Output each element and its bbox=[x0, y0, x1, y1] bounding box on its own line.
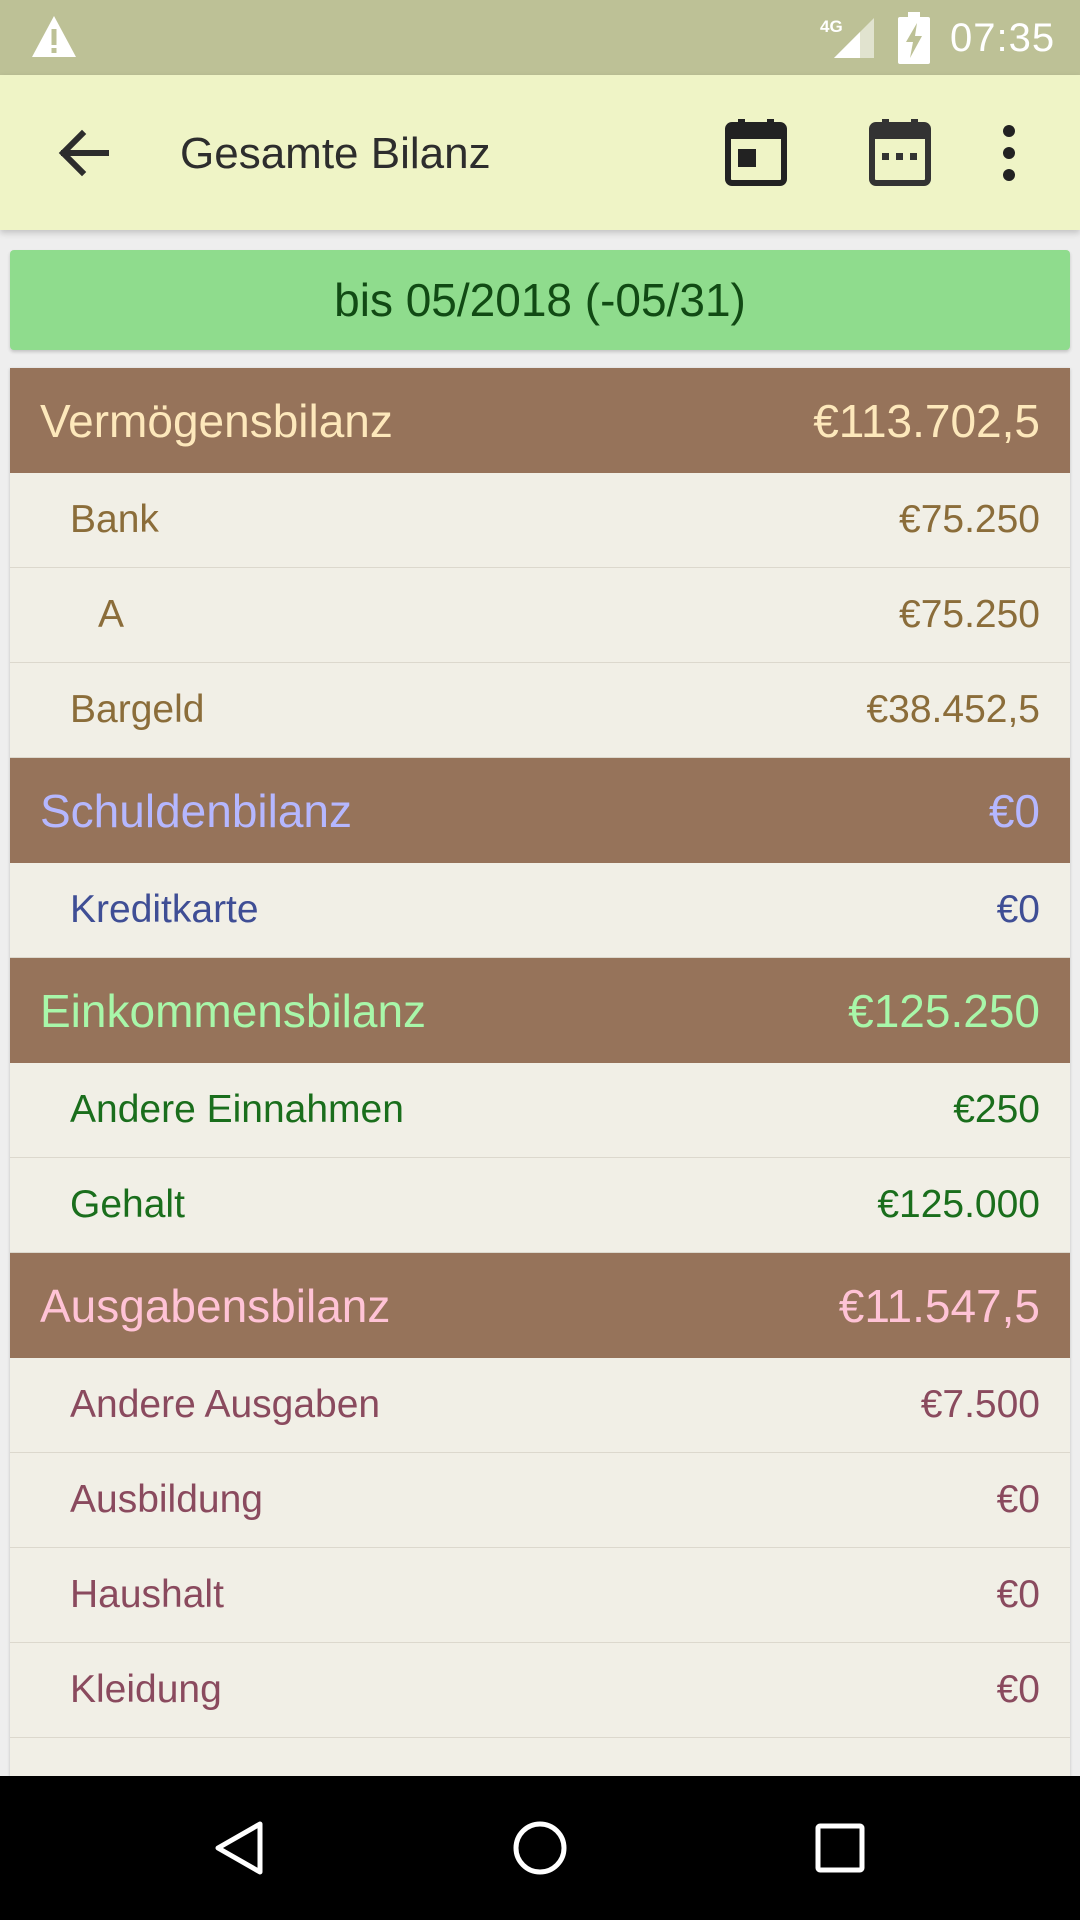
section-title: Ausgabensbilanz bbox=[40, 1279, 391, 1332]
section-total: €0 bbox=[988, 784, 1040, 837]
status-time: 07:35 bbox=[950, 16, 1056, 60]
list-item-a[interactable]: A €75.250 bbox=[10, 568, 1070, 663]
item-label: Bank bbox=[70, 498, 159, 541]
section-total: €113.702,5 bbox=[813, 394, 1040, 447]
item-label: Kreditkarte bbox=[70, 888, 259, 931]
list-item-partial[interactable] bbox=[10, 1738, 1070, 1776]
item-label: Kleidung bbox=[70, 1668, 222, 1711]
list-item-gehalt[interactable]: Gehalt €125.000 bbox=[10, 1158, 1070, 1253]
item-value: €75.250 bbox=[899, 498, 1040, 541]
calendar-month-icon[interactable] bbox=[868, 117, 932, 187]
list-item-kreditkarte[interactable]: Kreditkarte €0 bbox=[10, 863, 1070, 958]
item-label: Bargeld bbox=[70, 688, 205, 731]
svg-text:4G: 4G bbox=[820, 17, 843, 36]
section-header-debt[interactable]: Schuldenbilanz €0 bbox=[10, 758, 1070, 863]
list-item-kleidung[interactable]: Kleidung €0 bbox=[10, 1643, 1070, 1738]
item-label: A bbox=[98, 593, 125, 636]
signal-icon: 4G bbox=[820, 17, 874, 58]
item-value: €250 bbox=[953, 1088, 1040, 1131]
nav-home-icon[interactable] bbox=[510, 1818, 570, 1878]
section-header-expenses[interactable]: Ausgabensbilanz €11.547,5 bbox=[10, 1253, 1070, 1358]
page-title: Gesamte Bilanz bbox=[180, 129, 491, 178]
list-item-andere-ausgaben[interactable]: Andere Ausgaben €7.500 bbox=[10, 1358, 1070, 1453]
period-banner[interactable]: bis 05/2018 (-05/31) bbox=[10, 250, 1070, 350]
nav-back-icon[interactable] bbox=[210, 1818, 270, 1878]
list-item-haushalt[interactable]: Haushalt €0 bbox=[10, 1548, 1070, 1643]
item-value: €0 bbox=[996, 1478, 1040, 1521]
section-title: Einkommensbilanz bbox=[40, 984, 427, 1037]
item-label: Haushalt bbox=[70, 1573, 224, 1616]
balance-list[interactable]: Vermögensbilanz €113.702,5 Bank €75.250 … bbox=[10, 368, 1070, 1776]
item-label: Gehalt bbox=[70, 1183, 185, 1226]
section-total: €11.547,5 bbox=[838, 1279, 1040, 1332]
item-value: €7.500 bbox=[920, 1383, 1040, 1426]
item-value: €0 bbox=[996, 1668, 1040, 1711]
item-value: €0 bbox=[996, 888, 1040, 931]
back-arrow-icon[interactable] bbox=[52, 121, 116, 185]
warning-icon bbox=[32, 16, 76, 57]
item-label: Andere Ausgaben bbox=[70, 1383, 381, 1426]
navigation-bar bbox=[0, 1776, 1080, 1920]
list-item-andere-einnahmen[interactable]: Andere Einnahmen €250 bbox=[10, 1063, 1070, 1158]
battery-charging-icon bbox=[898, 12, 930, 64]
item-value: €125.000 bbox=[877, 1183, 1040, 1226]
section-header-income[interactable]: Einkommensbilanz €125.250 bbox=[10, 958, 1070, 1063]
more-vert-icon[interactable] bbox=[994, 121, 1024, 185]
item-label: Ausbildung bbox=[70, 1478, 263, 1521]
list-item-ausbildung[interactable]: Ausbildung €0 bbox=[10, 1453, 1070, 1548]
list-item-bank[interactable]: Bank €75.250 bbox=[10, 473, 1070, 568]
app-bar: Gesamte Bilanz bbox=[0, 75, 1080, 230]
calendar-today-icon[interactable] bbox=[724, 117, 788, 187]
list-item-bargeld[interactable]: Bargeld €38.452,5 bbox=[10, 663, 1070, 758]
section-title: Schuldenbilanz bbox=[40, 784, 353, 837]
period-label: bis 05/2018 (-05/31) bbox=[334, 274, 746, 326]
item-value: €38.452,5 bbox=[866, 688, 1040, 731]
status-bar: 4G 07:35 bbox=[0, 0, 1080, 75]
section-header-assets[interactable]: Vermögensbilanz €113.702,5 bbox=[10, 368, 1070, 473]
item-value: €75.250 bbox=[899, 593, 1040, 636]
item-label: Andere Einnahmen bbox=[70, 1088, 404, 1131]
nav-recents-icon[interactable] bbox=[812, 1820, 868, 1876]
section-total: €125.250 bbox=[848, 984, 1040, 1037]
item-value: €0 bbox=[996, 1573, 1040, 1616]
section-title: Vermögensbilanz bbox=[40, 394, 393, 447]
